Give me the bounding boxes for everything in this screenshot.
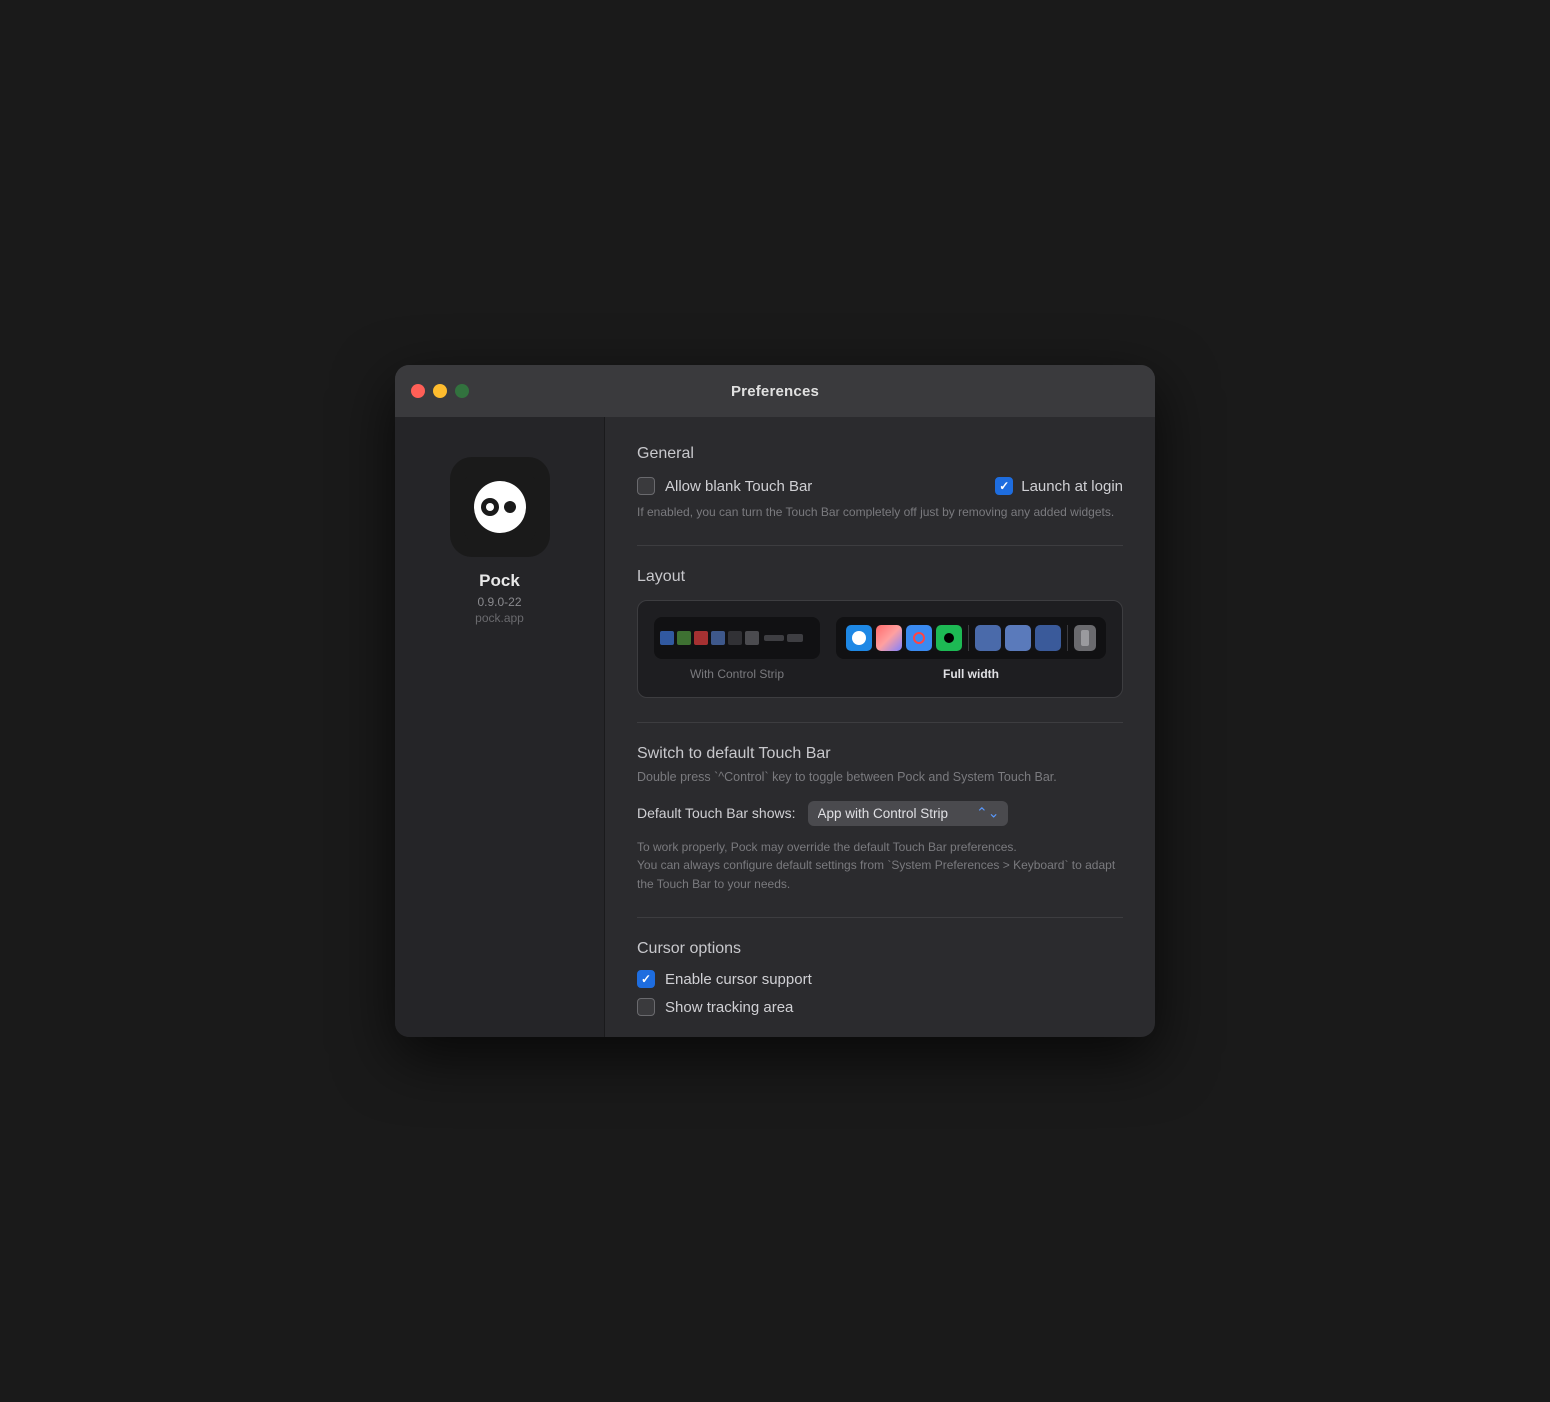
maximize-button[interactable]: [455, 384, 469, 398]
divider-2: [637, 722, 1123, 723]
show-tracking-row: Show tracking area: [637, 998, 1123, 1016]
pock-notice: To work properly, Pock may override the …: [637, 838, 1123, 894]
allow-blank-hint: If enabled, you can turn the Touch Bar c…: [637, 503, 1123, 521]
tb-separator-2: [1067, 625, 1068, 651]
default-tb-label: Default Touch Bar shows:: [637, 805, 796, 821]
preferences-window: Preferences Pock 0.9.0-22 pock.app: [395, 365, 1155, 1037]
allow-blank-checkbox-row: Allow blank Touch Bar: [637, 477, 812, 495]
layout-label-full-width: Full width: [943, 667, 999, 681]
switch-touchbar-hint: Double press `^Control` key to toggle be…: [637, 769, 1123, 787]
touchbar-preview-full-width: [836, 617, 1106, 659]
layout-section-title: Layout: [637, 568, 1123, 586]
launch-login-row: Launch at login: [995, 477, 1123, 495]
enable-cursor-row: Enable cursor support: [637, 970, 1123, 988]
app-domain: pock.app: [475, 611, 524, 625]
touchbar-preview-control-strip: [654, 617, 820, 659]
show-tracking-checkbox[interactable]: [637, 998, 655, 1016]
show-tracking-label: Show tracking area: [665, 999, 793, 1016]
allow-blank-row: Allow blank Touch Bar Launch at login: [637, 477, 1123, 495]
layout-option-control-strip[interactable]: With Control Strip: [654, 617, 820, 681]
pock-logo-icon: [464, 471, 536, 543]
allow-blank-checkbox[interactable]: [637, 477, 655, 495]
switch-touchbar-section: Switch to default Touch Bar Double press…: [637, 745, 1123, 893]
default-touchbar-dropdown[interactable]: App with Control Strip App Spaces Full k…: [808, 801, 1008, 826]
window-body: Pock 0.9.0-22 pock.app General Allow bla…: [395, 417, 1155, 1037]
layout-container: With Control Strip: [637, 600, 1123, 698]
enable-cursor-label: Enable cursor support: [665, 971, 812, 988]
sidebar: Pock 0.9.0-22 pock.app: [395, 417, 605, 1037]
layout-option-full-width[interactable]: Full width: [836, 617, 1106, 681]
launch-at-login-label: Launch at login: [1021, 478, 1123, 495]
main-content: General Allow blank Touch Bar Launch at …: [605, 417, 1155, 1037]
dropdown-wrapper: App with Control Strip App Spaces Full k…: [808, 801, 1008, 826]
general-section-title: General: [637, 445, 1123, 463]
tb-separator-1: [968, 625, 969, 651]
minimize-button[interactable]: [433, 384, 447, 398]
allow-blank-label: Allow blank Touch Bar: [665, 478, 812, 495]
divider-1: [637, 545, 1123, 546]
app-version: 0.9.0-22: [477, 595, 521, 609]
layout-section: Layout: [637, 568, 1123, 698]
switch-touchbar-title: Switch to default Touch Bar: [637, 745, 1123, 763]
general-section: General Allow blank Touch Bar Launch at …: [637, 445, 1123, 521]
cursor-section-title: Cursor options: [637, 940, 1123, 958]
window-title: Preferences: [731, 383, 819, 400]
enable-cursor-checkbox[interactable]: [637, 970, 655, 988]
launch-at-login-checkbox[interactable]: [995, 477, 1013, 495]
app-name: Pock: [479, 571, 520, 591]
traffic-lights: [411, 384, 469, 398]
divider-3: [637, 917, 1123, 918]
default-tb-row: Default Touch Bar shows: App with Contro…: [637, 801, 1123, 826]
cursor-section: Cursor options Enable cursor support Sho…: [637, 940, 1123, 1016]
full-tb-icons: [842, 625, 1100, 651]
layout-label-control-strip: With Control Strip: [690, 667, 784, 681]
close-button[interactable]: [411, 384, 425, 398]
app-icon: [450, 457, 550, 557]
titlebar: Preferences: [395, 365, 1155, 417]
